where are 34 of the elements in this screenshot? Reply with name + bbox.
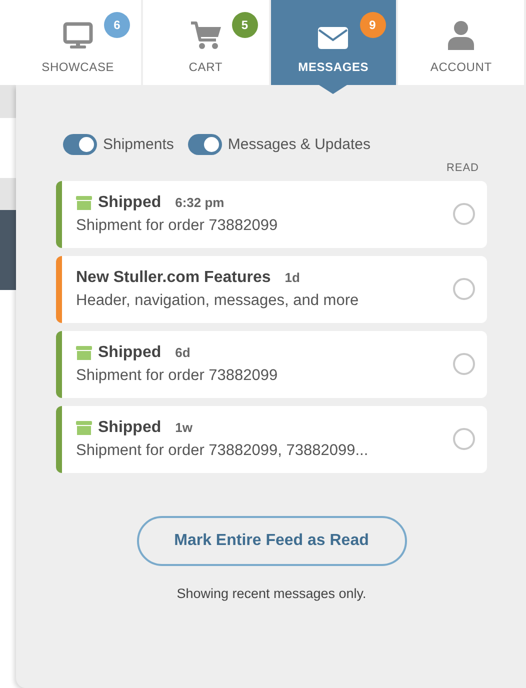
envelope-icon — [317, 26, 350, 50]
message-time: 6d — [175, 345, 190, 360]
read-radio[interactable] — [453, 353, 475, 375]
message-card[interactable]: Shipped 6d Shipment for order 73882099 — [56, 331, 487, 398]
person-icon — [447, 20, 476, 50]
message-time: 6:32 pm — [175, 195, 224, 210]
toggle-switch[interactable] — [188, 134, 222, 155]
message-text: Shipment for order 73882099, 73882099... — [76, 442, 370, 460]
message-card[interactable]: New Stuller.com Features 1d Header, navigation, messages, and more — [56, 256, 487, 323]
message-text: Header, navigation, messages, and more — [76, 292, 360, 310]
toggle-label: Shipments — [103, 136, 174, 153]
read-radio[interactable] — [453, 278, 475, 300]
message-card[interactable]: Shipped 6:32 pm Shipment for order 73882099 — [56, 181, 487, 248]
toggle-switch[interactable] — [63, 134, 97, 155]
toggle-label: Messages & Updates — [228, 136, 370, 153]
box-icon — [76, 196, 92, 210]
box-icon — [76, 346, 92, 360]
cart-icon — [190, 20, 222, 50]
column-header: READ — [446, 162, 479, 174]
message-title: Shipped — [98, 418, 162, 436]
message-card[interactable]: Shipped 1w Shipment for order 73882099, 73882099... — [56, 406, 487, 473]
mark-all-read-button[interactable]: Mark Entire Feed as Read — [136, 516, 406, 566]
message-text: Shipment for order 73882099 — [76, 216, 279, 234]
message-time: 1w — [175, 420, 192, 435]
message-title: Shipped — [98, 194, 162, 212]
footer-note: Showing recent messages only. — [176, 586, 366, 601]
box-icon — [76, 420, 92, 434]
message-text: Shipment for order 73882099 — [76, 366, 279, 384]
read-radio[interactable] — [453, 428, 475, 450]
message-title: Shipped — [98, 344, 162, 362]
message-time: 1d — [284, 270, 300, 285]
read-radio[interactable] — [453, 203, 475, 225]
monitor-icon — [62, 22, 93, 50]
message-title: New Stuller.com Features — [76, 268, 271, 286]
